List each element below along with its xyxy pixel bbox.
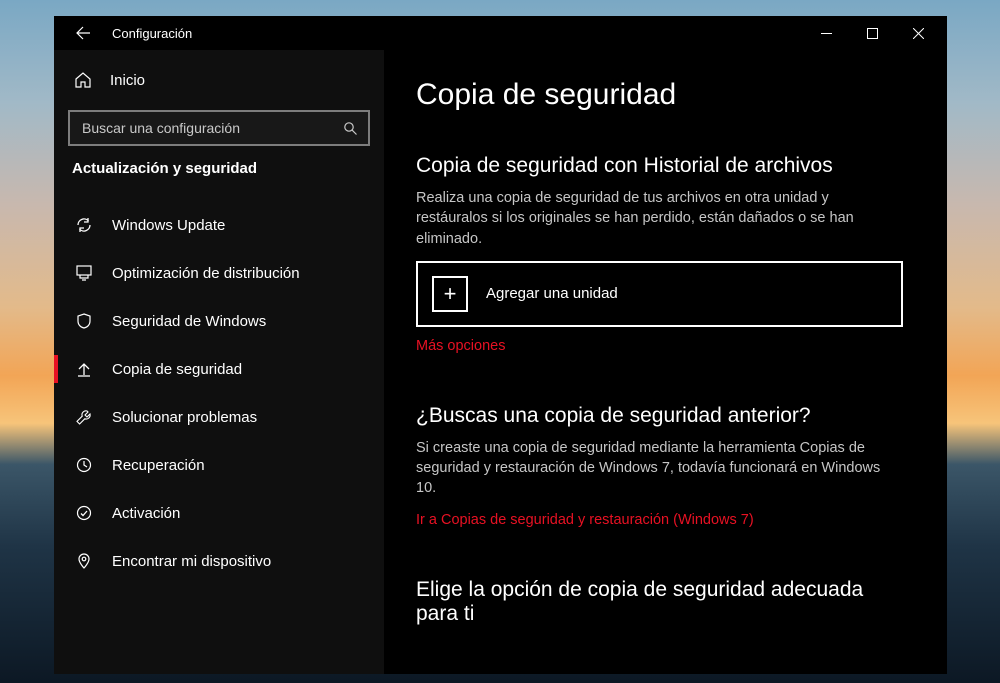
maximize-button[interactable] (849, 18, 895, 48)
sidebar-item-label: Copia de seguridad (112, 361, 242, 378)
troubleshoot-icon (74, 408, 94, 426)
sidebar-item-label: Solucionar problemas (112, 409, 257, 426)
sidebar-item-windows-security[interactable]: Seguridad de Windows (54, 297, 384, 345)
plus-icon: + (432, 276, 468, 312)
arrow-left-icon (75, 25, 91, 41)
home-icon (74, 71, 92, 89)
section-title: Copia de seguridad con Historial de arch… (416, 154, 903, 178)
sidebar: Inicio Buscar una configuración Actualiz… (54, 50, 384, 674)
sidebar-item-label: Activación (112, 505, 180, 522)
maximize-icon (867, 28, 878, 39)
search-input[interactable]: Buscar una configuración (68, 110, 370, 146)
section-old-backup: ¿Buscas una copia de seguridad anterior?… (416, 404, 903, 556)
section-choose-option: Elige la opción de copia de seguridad ad… (416, 578, 903, 626)
sidebar-category: Actualización y seguridad (54, 160, 384, 183)
recovery-icon (74, 456, 94, 474)
sidebar-item-label: Seguridad de Windows (112, 313, 266, 330)
backup-icon (74, 360, 94, 378)
add-drive-label: Agregar una unidad (486, 285, 618, 302)
sidebar-item-recovery[interactable]: Recuperación (54, 441, 384, 489)
close-icon (913, 28, 924, 39)
delivery-icon (74, 264, 94, 282)
close-button[interactable] (895, 18, 941, 48)
sidebar-item-windows-update[interactable]: Windows Update (54, 201, 384, 249)
search-icon (343, 121, 358, 136)
sidebar-item-backup[interactable]: Copia de seguridad (54, 345, 384, 393)
settings-window: Configuración Inicio Buscar una (54, 16, 947, 674)
section-title: ¿Buscas una copia de seguridad anterior? (416, 404, 903, 428)
content-area: Inicio Buscar una configuración Actualiz… (54, 50, 947, 674)
section-desc: Si creaste una copia de seguridad median… (416, 438, 903, 499)
window-title: Configuración (98, 26, 192, 41)
search-wrap: Buscar una configuración (68, 110, 370, 146)
more-options-link[interactable]: Más opciones (416, 338, 505, 354)
sidebar-item-label: Encontrar mi dispositivo (112, 553, 271, 570)
section-file-history: Copia de seguridad con Historial de arch… (416, 154, 903, 382)
sidebar-nav: Windows Update Optimización de distribuc… (54, 201, 384, 674)
sync-icon (74, 216, 94, 234)
sidebar-item-label: Recuperación (112, 457, 205, 474)
back-button[interactable] (68, 18, 98, 48)
activation-icon (74, 504, 94, 522)
minimize-button[interactable] (803, 18, 849, 48)
search-placeholder: Buscar una configuración (82, 120, 343, 136)
section-title: Elige la opción de copia de seguridad ad… (416, 578, 903, 626)
sidebar-item-label: Optimización de distribución (112, 265, 300, 282)
section-desc: Realiza una copia de seguridad de tus ar… (416, 188, 903, 249)
win7-backup-link[interactable]: Ir a Copias de seguridad y restauración … (416, 512, 754, 528)
sidebar-item-delivery-optimization[interactable]: Optimización de distribución (54, 249, 384, 297)
sidebar-home-label: Inicio (110, 72, 145, 89)
minimize-icon (821, 28, 832, 39)
main-pane: Copia de seguridad Copia de seguridad co… (384, 50, 947, 674)
shield-icon (74, 312, 94, 330)
titlebar: Configuración (54, 16, 947, 50)
sidebar-item-activation[interactable]: Activación (54, 489, 384, 537)
sidebar-item-label: Windows Update (112, 217, 225, 234)
findmydevice-icon (74, 552, 94, 570)
window-controls (803, 18, 941, 48)
page-heading: Copia de seguridad (416, 78, 903, 112)
add-drive-button[interactable]: + Agregar una unidad (416, 261, 903, 327)
sidebar-home[interactable]: Inicio (54, 58, 384, 102)
sidebar-item-troubleshoot[interactable]: Solucionar problemas (54, 393, 384, 441)
sidebar-item-find-my-device[interactable]: Encontrar mi dispositivo (54, 537, 384, 585)
